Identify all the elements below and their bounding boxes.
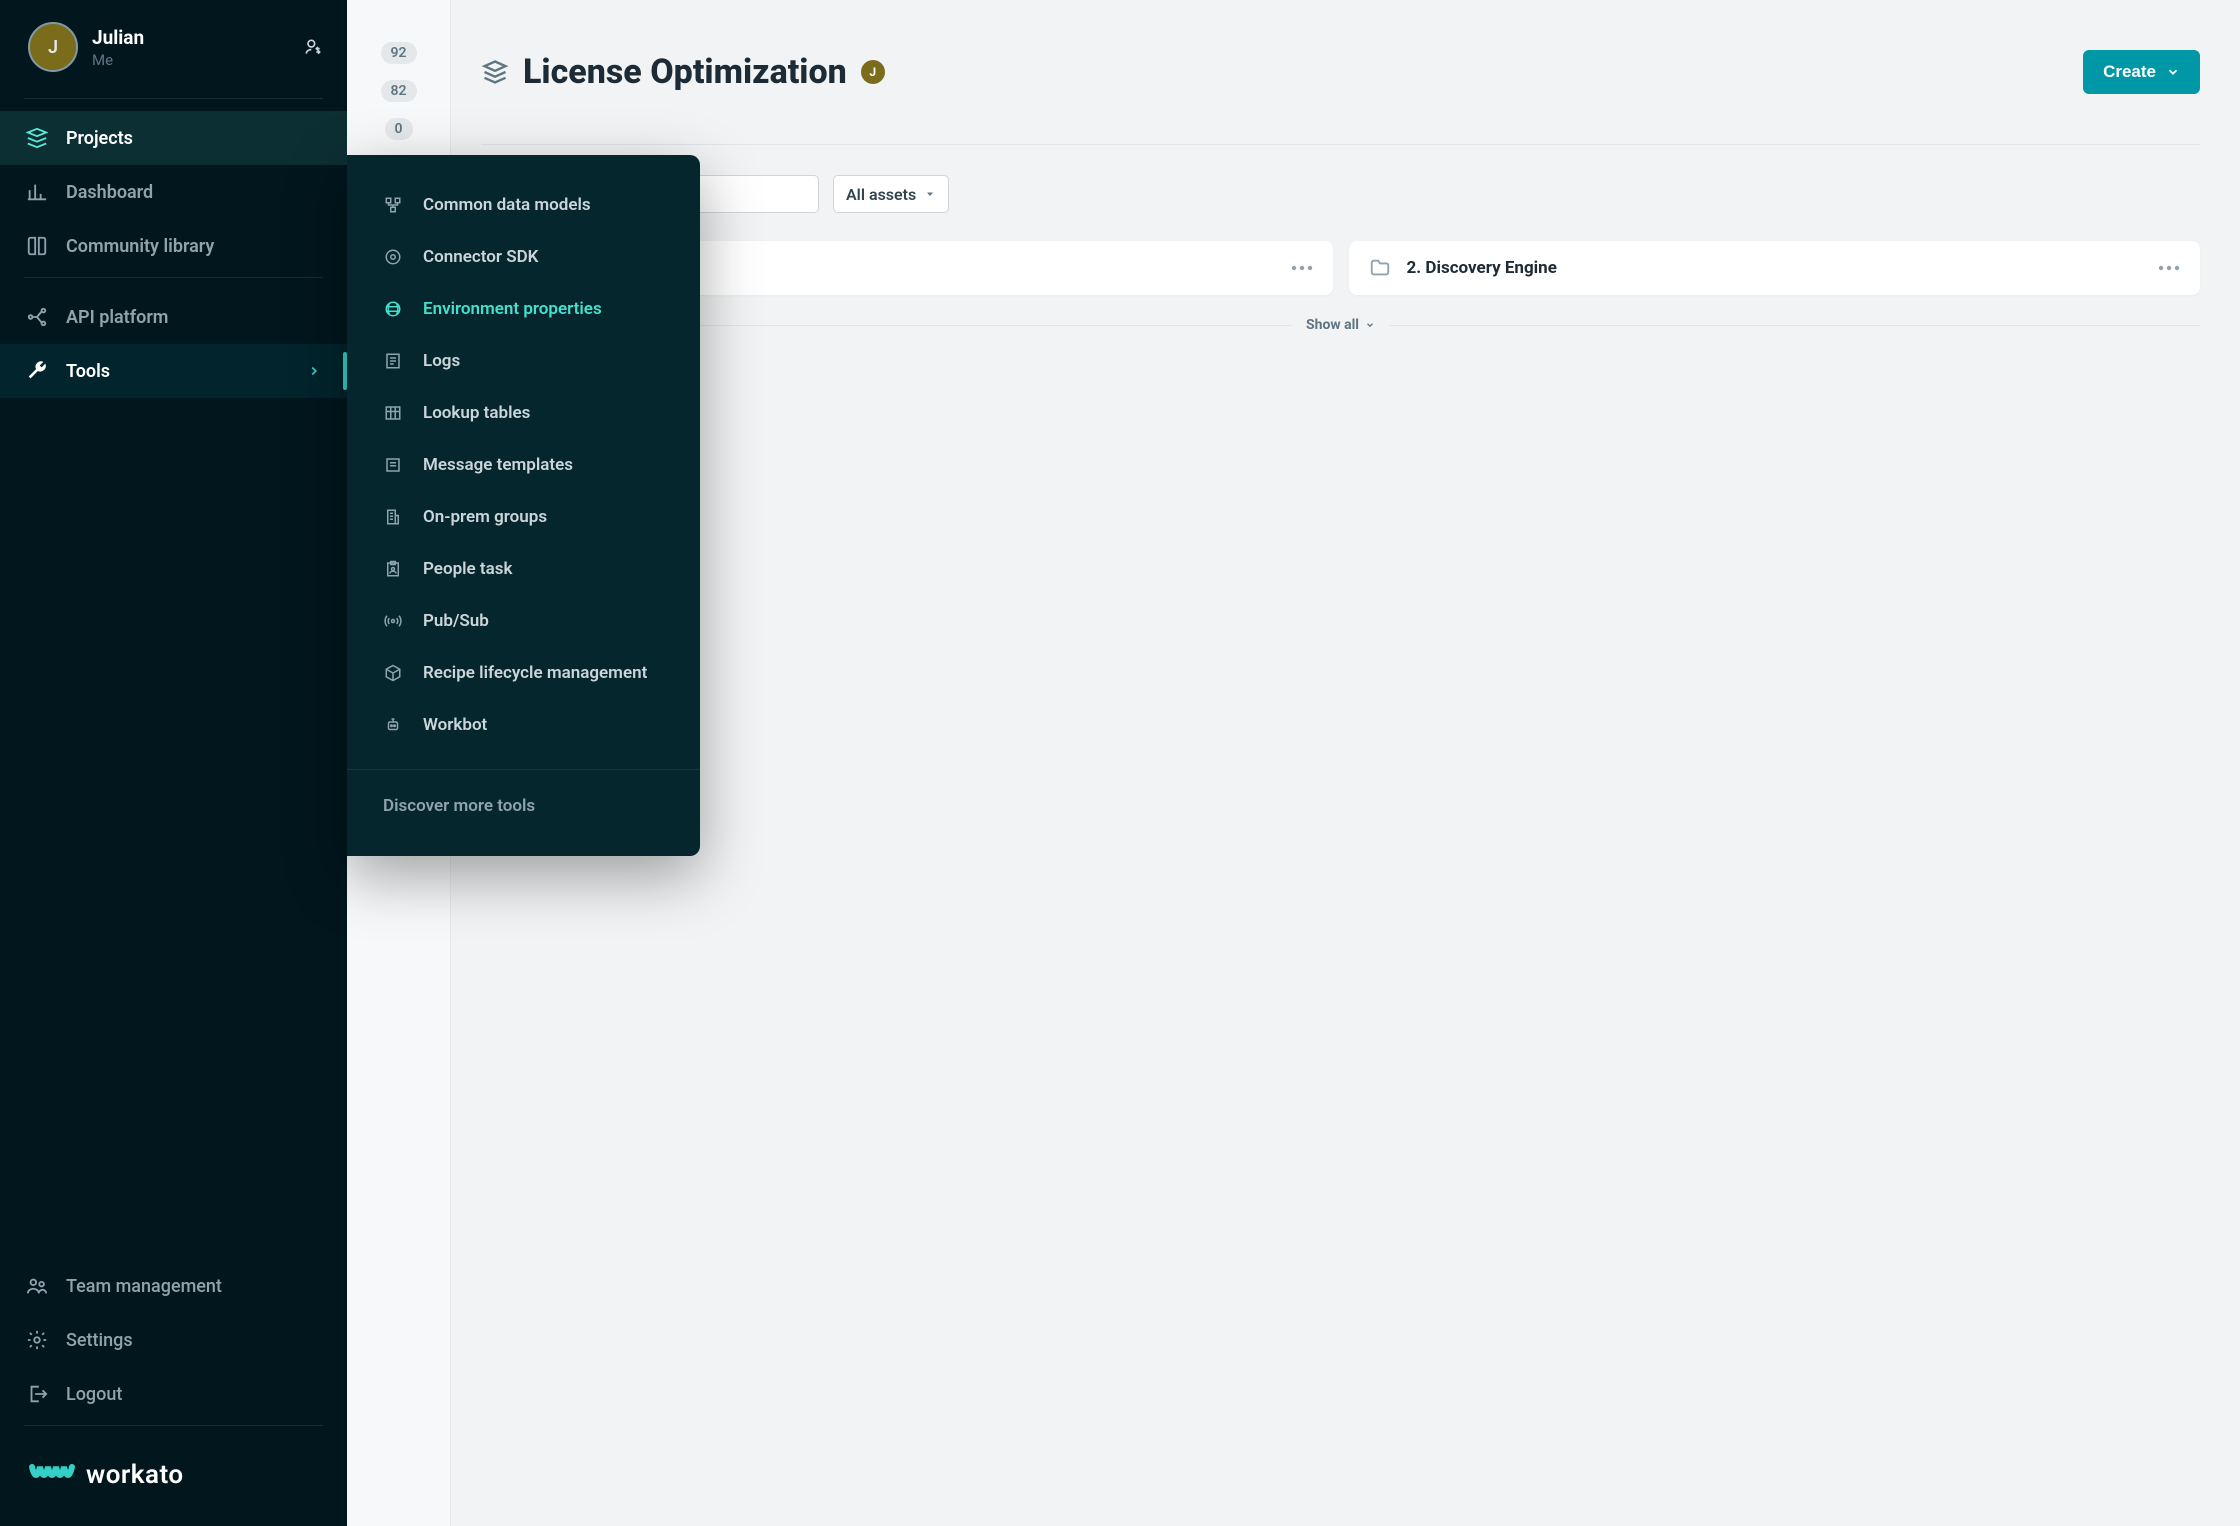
folder-icon — [1369, 257, 1391, 279]
create-button[interactable]: Create — [2083, 50, 2200, 94]
sidebar-item-logout[interactable]: Logout — [0, 1367, 347, 1421]
main-content: License Optimization J Create All assets — [451, 0, 2240, 1526]
building-icon — [383, 507, 403, 527]
tools-item-label: Lookup tables — [423, 403, 530, 423]
tools-item-label: On-prem groups — [423, 507, 547, 527]
sidebar-item-api[interactable]: API platform — [0, 290, 347, 344]
logs-icon — [383, 351, 403, 371]
tools-item-workbot[interactable]: Workbot — [347, 699, 700, 751]
brand-name: workato — [86, 1460, 184, 1490]
stack-icon — [481, 58, 509, 86]
brand[interactable]: workato — [0, 1430, 347, 1526]
api-icon — [26, 306, 48, 328]
tools-flyout: Common data models Connector SDK Environ… — [347, 155, 700, 856]
tools-item-label: Logs — [423, 351, 460, 371]
page-title: License Optimization — [523, 52, 847, 92]
title-row: License Optimization J Create — [481, 50, 2200, 94]
tools-item-connector-sdk[interactable]: Connector SDK — [347, 231, 700, 283]
create-button-label: Create — [2103, 62, 2156, 82]
sidebar-item-settings[interactable]: Settings — [0, 1313, 347, 1367]
data-model-icon — [383, 195, 403, 215]
bot-icon — [383, 715, 403, 735]
folder-label: 2. Discovery Engine — [1407, 258, 1557, 278]
sidebar-item-community[interactable]: Community library — [0, 219, 347, 273]
user-name: Julian — [92, 26, 289, 49]
tools-discover-more[interactable]: Discover more tools — [347, 780, 700, 832]
controls-row: All assets — [481, 175, 2200, 213]
sidebar-item-tools[interactable]: Tools — [0, 344, 347, 398]
book-icon — [26, 235, 48, 257]
sidebar-nav-2: API platform Tools — [0, 282, 347, 398]
chevron-right-icon — [307, 364, 321, 378]
user-subtitle: Me — [92, 51, 289, 69]
tools-item-onprem[interactable]: On-prem groups — [347, 491, 700, 543]
sidebar-item-label: Settings — [66, 1330, 133, 1351]
tools-item-message-templates[interactable]: Message templates — [347, 439, 700, 491]
assets-filter-label: All assets — [846, 185, 916, 204]
tools-item-common-data-models[interactable]: Common data models — [347, 179, 700, 231]
gear-icon — [26, 1329, 48, 1351]
environment-icon — [383, 299, 403, 319]
switch-user-icon[interactable] — [303, 37, 323, 57]
sidebar: J Julian Me Projects Dashboard Communi — [0, 0, 347, 1526]
sidebar-item-label: Tools — [66, 361, 110, 382]
tools-item-label: Message templates — [423, 455, 573, 475]
show-all-button[interactable]: Show all — [1292, 317, 1389, 333]
dashboard-icon — [26, 181, 48, 203]
project-count-pill: 82 — [381, 80, 417, 102]
sidebar-bottom: Team management Settings Logout workato — [0, 1259, 347, 1526]
package-icon — [383, 663, 403, 683]
sidebar-item-dashboard[interactable]: Dashboard — [0, 165, 347, 219]
tools-item-label: People task — [423, 559, 512, 579]
tools-item-label: Common data models — [423, 195, 591, 215]
sidebar-item-label: Community library — [66, 236, 214, 257]
more-icon[interactable] — [1291, 265, 1313, 271]
assets-filter[interactable]: All assets — [833, 175, 949, 213]
divider — [481, 144, 2200, 145]
tools-item-label: Connector SDK — [423, 247, 538, 267]
tools-item-label: Environment properties — [423, 299, 602, 319]
clipboard-user-icon — [383, 559, 403, 579]
tools-item-label: Pub/Sub — [423, 611, 489, 631]
chevron-down-icon — [1365, 320, 1375, 330]
sidebar-item-projects[interactable]: Projects — [0, 111, 347, 165]
show-all-row: Show all — [481, 317, 2200, 333]
tools-item-rlm[interactable]: Recipe lifecycle management — [347, 647, 700, 699]
user-text: Julian Me — [92, 26, 289, 69]
sdk-icon — [383, 247, 403, 267]
avatar: J — [28, 22, 78, 72]
tools-item-label: Workbot — [423, 715, 487, 735]
template-icon — [383, 455, 403, 475]
sidebar-item-label: API platform — [66, 307, 168, 328]
broadcast-icon — [383, 611, 403, 631]
sidebar-user[interactable]: J Julian Me — [0, 0, 347, 94]
project-count-pill: 0 — [385, 118, 413, 140]
sidebar-nav: Projects Dashboard Community library — [0, 103, 347, 273]
sidebar-item-label: Dashboard — [66, 182, 153, 203]
show-all-label: Show all — [1306, 317, 1359, 333]
chevron-down-icon — [2166, 65, 2180, 79]
project-count-pill: 92 — [381, 42, 417, 64]
tools-item-pubsub[interactable]: Pub/Sub — [347, 595, 700, 647]
tools-item-logs[interactable]: Logs — [347, 335, 700, 387]
caret-down-icon — [924, 188, 936, 200]
sidebar-item-label: Logout — [66, 1384, 122, 1405]
logout-icon — [26, 1383, 48, 1405]
tools-item-environment-properties[interactable]: Environment properties — [347, 283, 700, 335]
more-icon[interactable] — [2158, 265, 2180, 271]
folder-cards: 2. Discovery Engine — [481, 241, 2200, 295]
sidebar-item-team[interactable]: Team management — [0, 1259, 347, 1313]
wrench-icon — [26, 360, 48, 382]
sidebar-item-label: Projects — [66, 128, 133, 149]
tools-item-lookup-tables[interactable]: Lookup tables — [347, 387, 700, 439]
folder-card[interactable]: 2. Discovery Engine — [1349, 241, 2201, 295]
projects-icon — [26, 127, 48, 149]
owner-avatar: J — [861, 60, 885, 84]
brand-logo-icon — [28, 1461, 76, 1489]
team-icon — [26, 1275, 48, 1297]
tools-item-label: Recipe lifecycle management — [423, 663, 647, 683]
tools-item-people-task[interactable]: People task — [347, 543, 700, 595]
sidebar-item-label: Team management — [66, 1276, 222, 1297]
table-icon — [383, 403, 403, 423]
